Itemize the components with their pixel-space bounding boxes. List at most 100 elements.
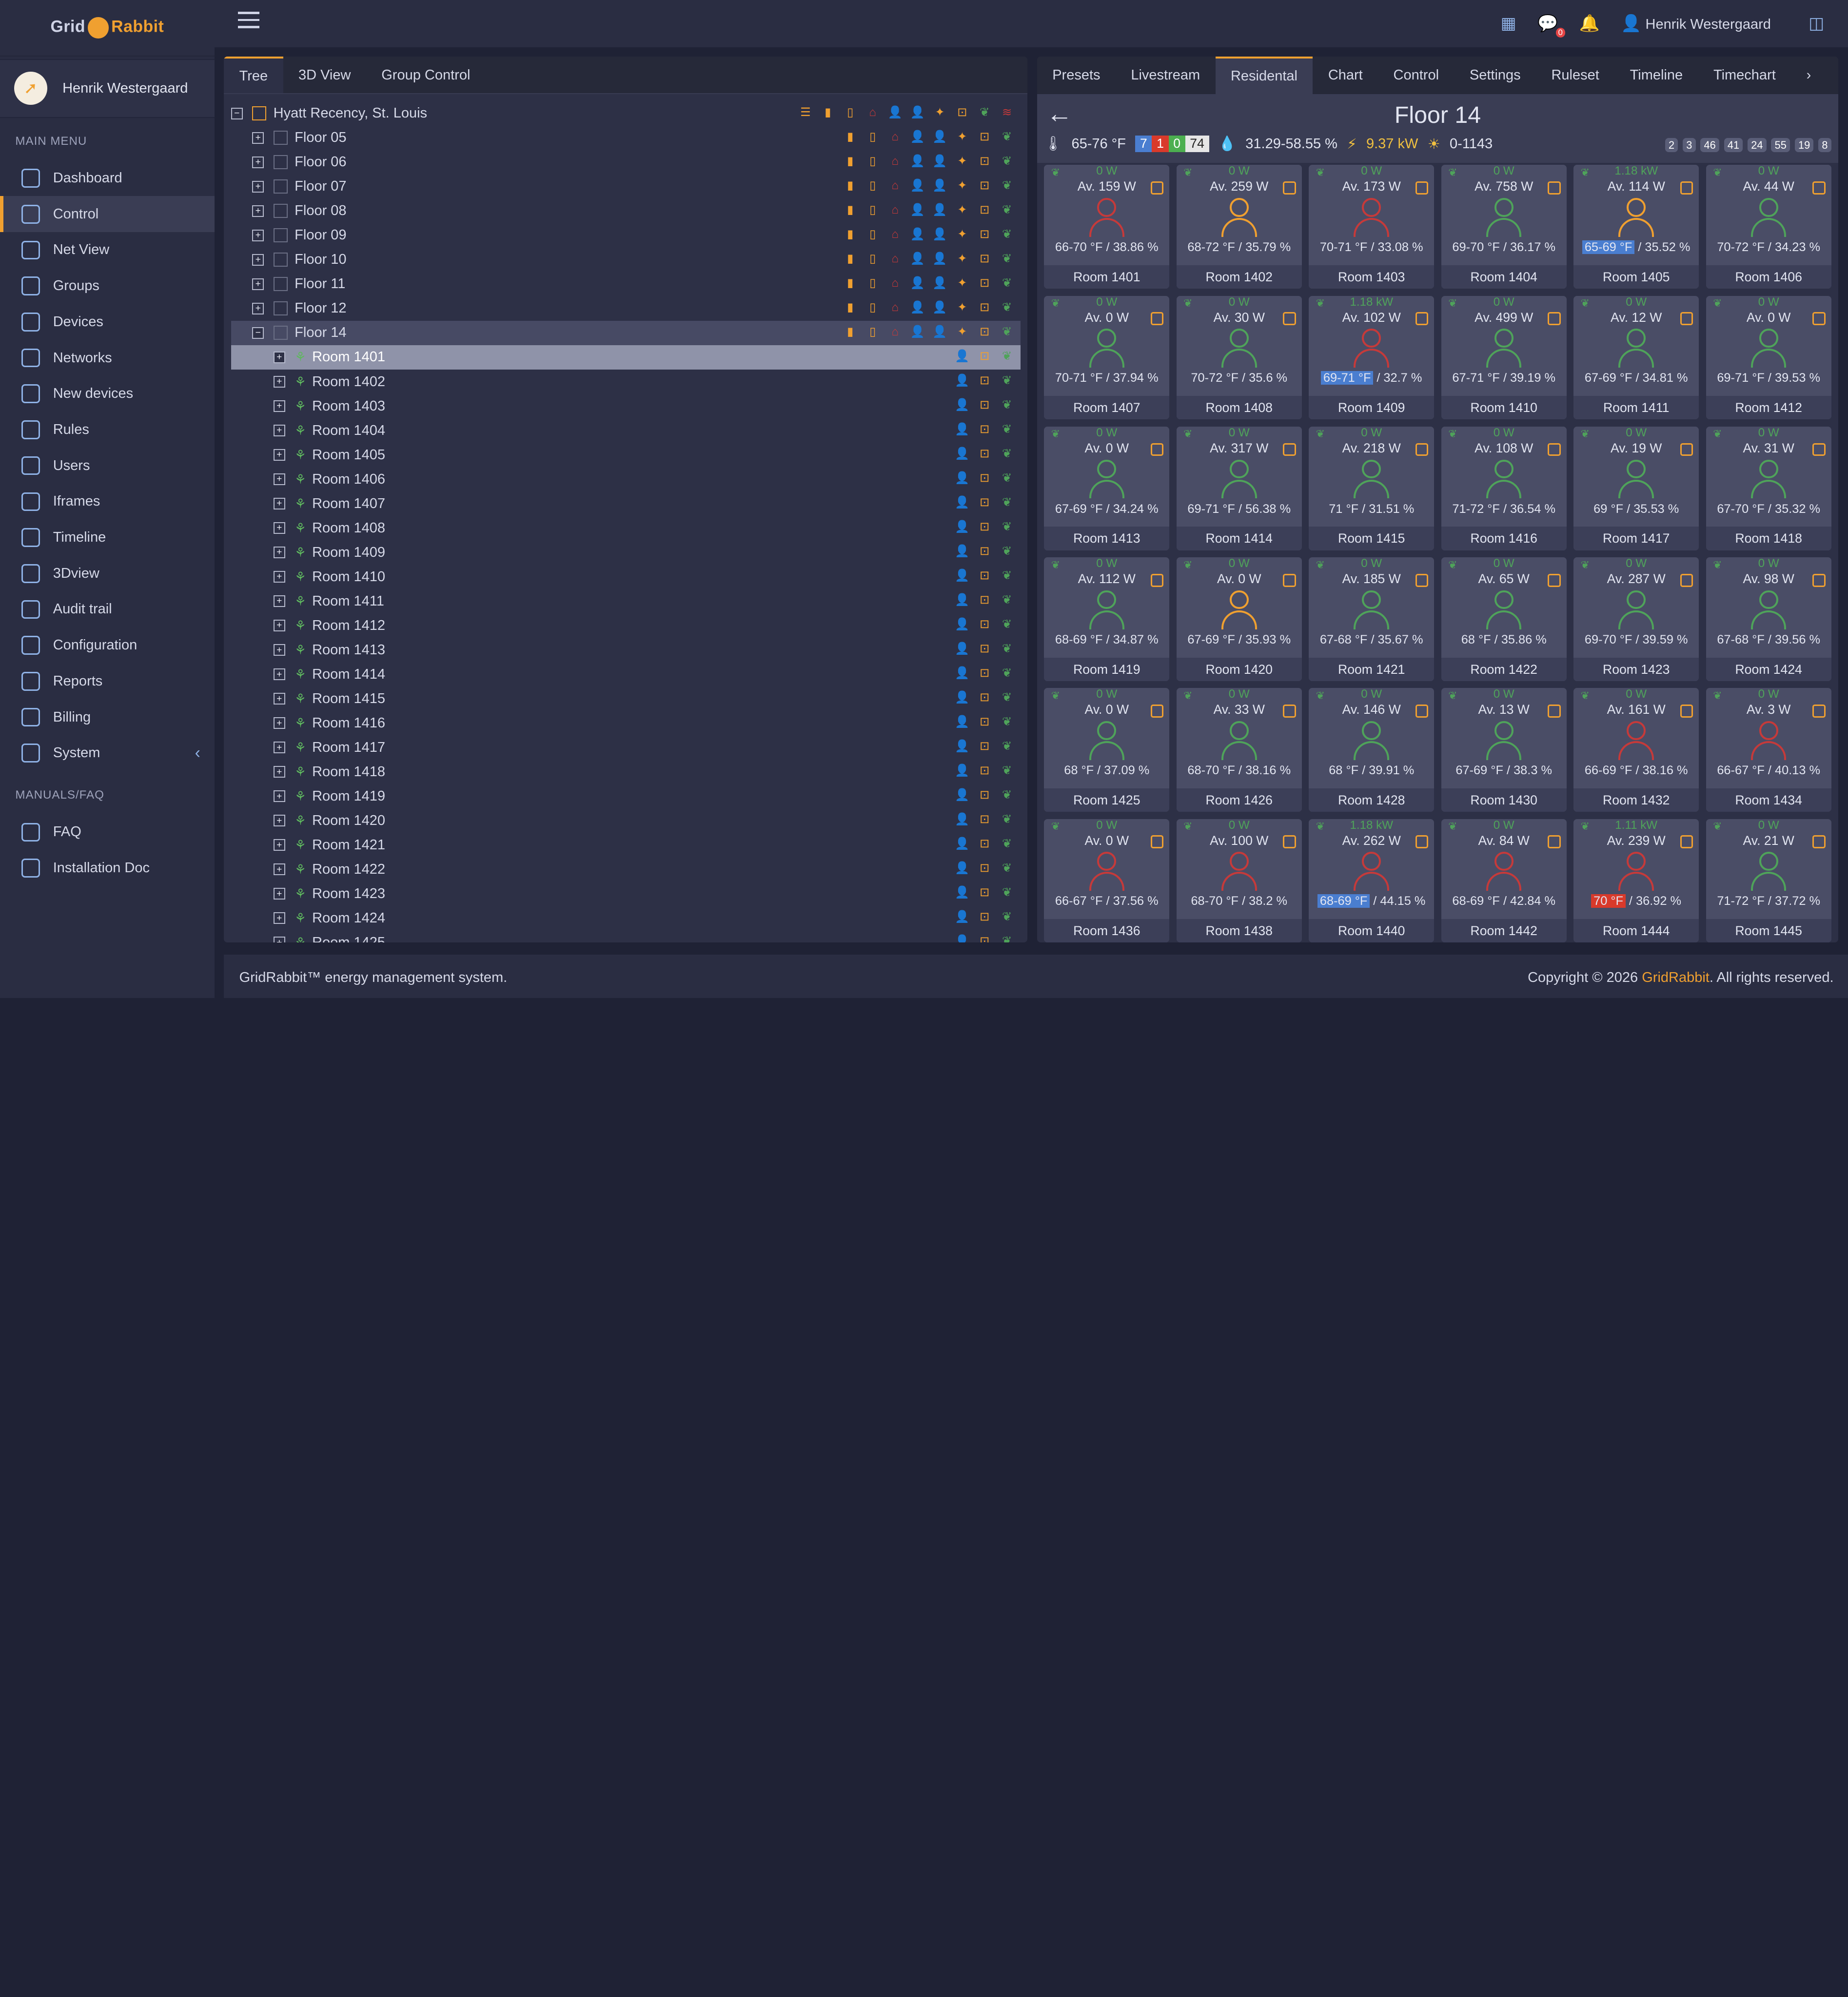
room-card[interactable]: ❦ 0 W Av. 499 W 67-71 °F / 39.19 % Room 1410 [1441, 295, 1567, 420]
sidebar-item-3dview[interactable]: 3Dview [0, 555, 215, 591]
tab-ruleset[interactable]: Ruleset [1536, 57, 1614, 94]
tree-node-room[interactable]: + ⚘ Room 1422 👤 ⊡ ❦ [231, 857, 1021, 881]
thermostat-icon[interactable]: ⊡ [976, 689, 993, 706]
plant-icon[interactable]: ❦ [998, 835, 1016, 853]
thermostat-icon[interactable]: ⊡ [976, 445, 993, 463]
sidebar-item-rules[interactable]: Rules [0, 412, 215, 448]
hvac-icon[interactable]: ✦ [953, 250, 971, 268]
tab-residental[interactable]: Residental [1215, 57, 1313, 95]
hvac-icon[interactable]: ✦ [953, 153, 971, 170]
room-card[interactable]: ❦ 0 W Av. 185 W 67-68 °F / 35.67 % Room 1421 [1309, 557, 1435, 681]
tree-node-room[interactable]: + ⚘ Room 1408 👤 ⊡ ❦ [231, 516, 1021, 540]
plant-icon[interactable]: ❦ [998, 518, 1016, 536]
occupancy-icon[interactable]: 👤 [953, 762, 971, 780]
room-card[interactable]: ❦ 0 W Av. 19 W 69 °F / 35.53 % Room 1417 [1573, 426, 1699, 550]
wifi-icon[interactable]: ≋ [998, 104, 1016, 121]
room-card[interactable]: ❦ 0 W Av. 65 W 68 °F / 35.86 % Room 1422 [1441, 557, 1567, 681]
expand-icon[interactable]: + [252, 156, 264, 168]
occupancy-icon[interactable]: 👤 [953, 933, 971, 942]
room-card[interactable]: ❦ 0 W Av. 0 W 70-71 °F / 37.94 % Room 1407 [1044, 295, 1170, 420]
hvac-icon[interactable]: ✦ [953, 274, 971, 292]
battery-icon[interactable]: ▯ [864, 153, 882, 170]
occupancy-icon[interactable]: 👤 [953, 835, 971, 853]
plant-icon[interactable]: ❦ [998, 567, 1016, 585]
plant-icon[interactable]: ❦ [998, 884, 1016, 901]
tree-node-room[interactable]: + ⚘ Room 1405 👤 ⊡ ❦ [231, 443, 1021, 467]
thermostat-icon[interactable]: ⊡ [976, 860, 993, 877]
room-card[interactable]: ❦ 0 W Av. 3 W 66-67 °F / 40.13 % Room 1434 [1706, 688, 1831, 812]
hvac-icon[interactable]: ✦ [953, 226, 971, 243]
expand-icon[interactable]: + [252, 132, 264, 144]
occupancy-icon[interactable]: 👤 [953, 713, 971, 731]
room-card[interactable]: ❦ 0 W Av. 108 W 71-72 °F / 36.54 % Room 1416 [1441, 426, 1567, 550]
tab-group-control[interactable]: Group Control [366, 57, 486, 93]
room-card[interactable]: ❦ 0 W Av. 173 W 70-71 °F / 33.08 % Room 1403 [1309, 165, 1435, 289]
tree-node-room[interactable]: + ⚘ Room 1421 👤 ⊡ ❦ [231, 833, 1021, 857]
occupancy-icon[interactable]: 👤 [953, 689, 971, 706]
occupancy-icon[interactable]: 👤 [931, 153, 948, 170]
occupancy-icon[interactable]: 👤 [953, 908, 971, 926]
tree-node-floor[interactable]: + Floor 09 ▮ ▯ ⌂ 👤 👤 ✦ ⊡ ❦ [231, 223, 1021, 248]
room-card[interactable]: ❦ 0 W Av. 317 W 69-71 °F / 56.38 % Room 1414 [1176, 426, 1302, 550]
alarm-icon[interactable]: ⌂ [886, 177, 904, 195]
thermostat-icon[interactable]: ⊡ [976, 908, 993, 926]
thermostat-icon[interactable]: ⊡ [976, 177, 993, 195]
expand-icon[interactable]: + [252, 254, 264, 266]
occupancy-icon[interactable]: 👤 [953, 860, 971, 877]
occupancy-alert-icon[interactable]: 👤 [908, 250, 926, 268]
alarm-icon[interactable]: ⌂ [886, 201, 904, 219]
expand-icon[interactable]: + [273, 620, 285, 632]
thermostat-icon[interactable]: ⊡ [976, 470, 993, 487]
collapse-icon[interactable]: − [231, 107, 243, 119]
chevron-left-icon[interactable]: ‹ [195, 744, 200, 763]
tree-node-room[interactable]: + ⚘ Room 1412 👤 ⊡ ❦ [231, 613, 1021, 638]
thermostat-icon[interactable]: ⊡ [976, 640, 993, 658]
occupancy-icon[interactable]: 👤 [953, 445, 971, 463]
thermostat-icon[interactable]: ⊡ [953, 104, 971, 121]
sliders-icon[interactable]: ☰ [797, 104, 814, 121]
room-card[interactable]: ❦ 0 W Av. 12 W 67-69 °F / 34.81 % Room 1411 [1573, 295, 1699, 420]
thermostat-icon[interactable]: ⊡ [976, 762, 993, 780]
battery-icon[interactable]: ▯ [864, 201, 882, 219]
expand-icon[interactable]: + [273, 400, 285, 412]
occupancy-icon[interactable]: 👤 [953, 372, 971, 390]
room-card[interactable]: ❦ 0 W Av. 98 W 67-68 °F / 39.56 % Room 1424 [1706, 557, 1831, 681]
battery-icon[interactable]: ▯ [864, 299, 882, 316]
bell-icon[interactable]: 🔔 [1579, 14, 1600, 33]
plant-icon[interactable]: ❦ [998, 689, 1016, 706]
meter-icon[interactable]: ▮ [842, 226, 859, 243]
alarm-icon[interactable]: ⌂ [886, 250, 904, 268]
hamburger-menu-icon[interactable] [238, 12, 259, 31]
room-card[interactable]: ❦ 0 W Av. 0 W 67-69 °F / 34.24 % Room 1413 [1044, 426, 1170, 550]
alarm-icon[interactable]: ⌂ [886, 128, 904, 146]
footer-brand-link[interactable]: GridRabbit [1642, 970, 1710, 985]
plant-icon[interactable]: ❦ [998, 616, 1016, 633]
tree-node-floor[interactable]: + Floor 07 ▮ ▯ ⌂ 👤 👤 ✦ ⊡ ❦ [231, 175, 1021, 199]
room-card[interactable]: ❦ 0 W Av. 146 W 68 °F / 39.91 % Room 1428 [1309, 688, 1435, 812]
plant-icon[interactable]: ❦ [998, 323, 1016, 341]
occupancy-alert-icon[interactable]: 👤 [908, 226, 926, 243]
occupancy-icon[interactable]: 👤 [953, 470, 971, 487]
plant-icon[interactable]: ❦ [998, 762, 1016, 780]
expand-icon[interactable]: + [273, 449, 285, 461]
meter-icon[interactable]: ▮ [842, 153, 859, 170]
occupancy-icon[interactable]: 👤 [931, 177, 948, 195]
room-card[interactable]: ❦ 0 W Av. 44 W 70-72 °F / 34.23 % Room 1406 [1706, 165, 1831, 289]
room-card[interactable]: ❦ 0 W Av. 31 W 67-70 °F / 35.32 % Room 1418 [1706, 426, 1831, 550]
plant-icon[interactable]: ❦ [998, 299, 1016, 316]
hvac-icon[interactable]: ✦ [953, 201, 971, 219]
occupancy-icon[interactable]: 👤 [953, 396, 971, 414]
plant-icon[interactable]: ❦ [998, 640, 1016, 658]
occupancy-icon[interactable]: 👤 [953, 786, 971, 804]
sidebar-item-system[interactable]: System ‹ [0, 735, 215, 771]
battery-icon[interactable]: ▯ [842, 104, 859, 121]
hvac-icon[interactable]: ✦ [953, 177, 971, 195]
alarm-icon[interactable]: ⌂ [886, 323, 904, 341]
tab-chart[interactable]: Chart [1313, 57, 1378, 94]
meter-icon[interactable]: ▮ [842, 128, 859, 146]
sidebar-item-new-devices[interactable]: New devices [0, 376, 215, 412]
tab-timeline[interactable]: Timeline [1614, 57, 1698, 94]
thermostat-icon[interactable]: ⊡ [976, 348, 993, 365]
qr-code-icon[interactable]: ▦ [1501, 14, 1516, 33]
hvac-icon[interactable]: ✦ [953, 128, 971, 146]
